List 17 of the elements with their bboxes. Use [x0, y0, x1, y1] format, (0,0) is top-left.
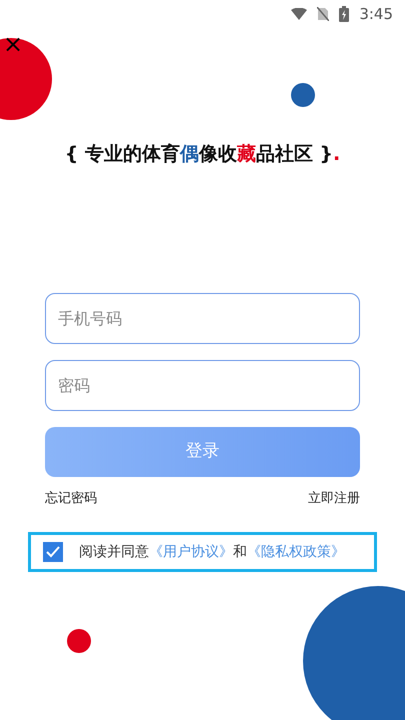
battery-icon [339, 6, 350, 22]
close-button[interactable]: × [2, 32, 24, 56]
check-icon [46, 546, 60, 558]
agreement-text: 阅读并同意 [79, 542, 149, 562]
phone-field[interactable]: 手机号码 [45, 292, 360, 344]
forgot-password-link[interactable]: 忘记密码 [45, 488, 97, 508]
wifi-icon [291, 8, 308, 20]
register-link[interactable]: 立即注册 [308, 488, 360, 508]
no-sim-icon [317, 7, 330, 21]
status-time: 3:45 [359, 4, 393, 25]
login-button[interactable]: 登录 [45, 426, 360, 476]
privacy-policy-link[interactable]: 《隐私权政策》 [247, 542, 345, 562]
password-field[interactable]: 密码 [45, 360, 360, 410]
slogan-heading: { 专业的体育偶像收藏品社区 }. [64, 142, 340, 167]
agree-checkbox[interactable] [43, 542, 63, 562]
user-agreement-link[interactable]: 《用户协议》 [149, 542, 233, 562]
agreement-joiner: 和 [233, 542, 247, 562]
